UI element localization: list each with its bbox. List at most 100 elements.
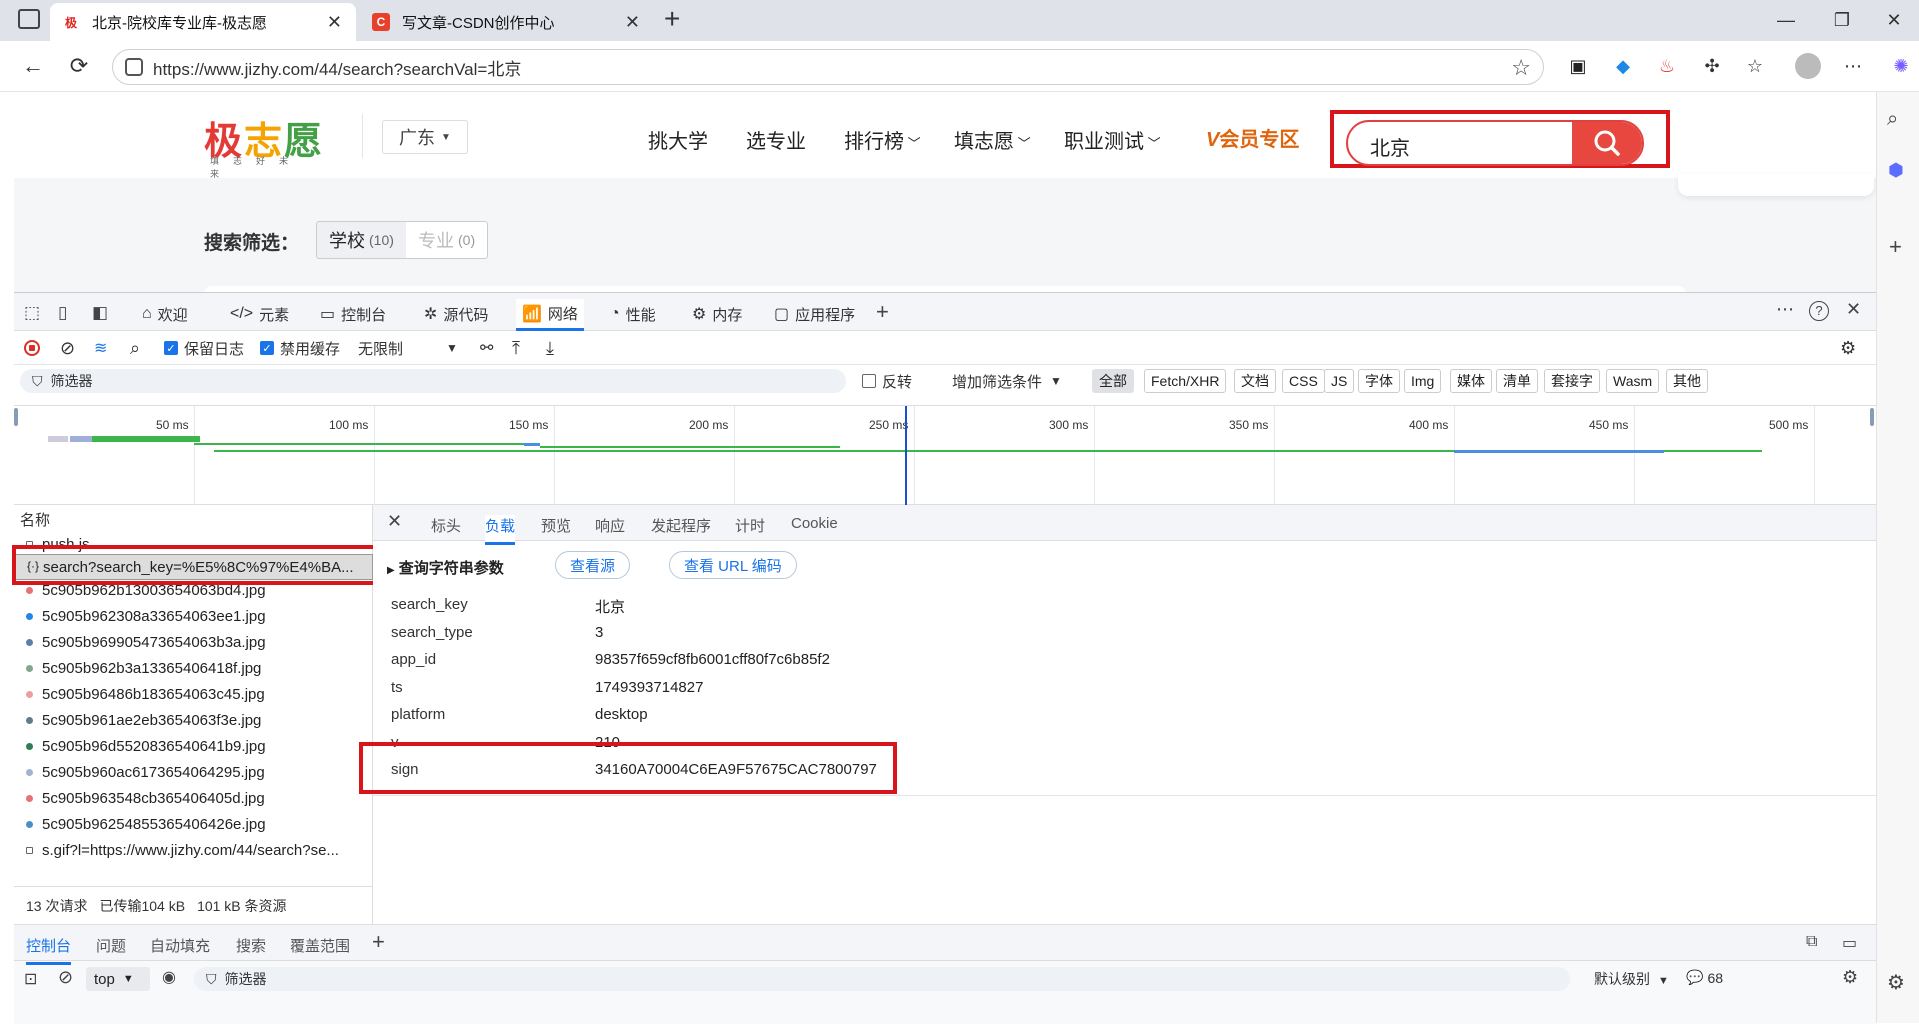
filter-type-css[interactable]: CSS — [1282, 369, 1325, 393]
log-level-select[interactable]: 默认级别 ▼ — [1594, 969, 1669, 989]
tab-close-icon[interactable]: ✕ — [327, 12, 342, 33]
clear-icon[interactable]: ⊘ — [60, 331, 75, 365]
minimize-icon[interactable]: — — [1766, 6, 1806, 34]
request-row[interactable]: 5c905b963548cb365406405d.jpg — [14, 785, 373, 811]
extensions-puzzle-icon[interactable]: ✣ — [1697, 51, 1727, 81]
export-har-icon[interactable]: ⤓ — [546, 331, 554, 365]
console-sidebar-icon[interactable]: ⊡ — [24, 969, 37, 989]
request-row[interactable]: s.gif?l=https://www.jizhy.com/44/search?… — [14, 837, 373, 863]
detail-tab-cookie[interactable]: Cookie — [791, 515, 838, 532]
new-tab-button[interactable]: + — [664, 3, 680, 35]
devtools-close-icon[interactable]: ✕ — [1846, 299, 1861, 320]
nav-career-test[interactable]: 职业测试 ﹀ — [1064, 125, 1161, 154]
drawer-tab-coverage[interactable]: 覆盖范围 — [290, 935, 350, 956]
dock-side-icon[interactable]: ◧ — [92, 303, 108, 323]
detail-tab-timing[interactable]: 计时 — [735, 515, 765, 536]
console-clear-icon[interactable]: ⊘ — [58, 967, 73, 988]
tab-csdn[interactable]: C 写文章-CSDN创作中心 ✕ — [360, 3, 654, 41]
tab-jizhy[interactable]: 极 北京-院校库专业库-极志愿 ✕ — [50, 3, 356, 41]
console-settings-icon[interactable]: ⚙ — [1842, 967, 1858, 988]
sidebar-search-icon[interactable]: ⌕ — [1887, 108, 1898, 131]
restore-icon[interactable]: ❐ — [1822, 6, 1862, 34]
devtools-help-icon[interactable]: ? — [1809, 301, 1829, 321]
favorite-star-icon[interactable]: ☆ — [1511, 55, 1531, 81]
close-detail-icon[interactable]: ✕ — [387, 511, 402, 532]
devtools-tab-console[interactable]: ▭ 控制台 — [314, 299, 392, 329]
devtools-tab-elements[interactable]: </> 元素 — [224, 299, 295, 329]
province-select[interactable]: 广东 ▼ — [382, 120, 468, 154]
site-logo[interactable]: 极志愿 填志好未来 — [204, 110, 324, 179]
close-drawer-icon[interactable]: ▭ — [1842, 933, 1857, 953]
inspect-element-icon[interactable]: ⬚ — [24, 303, 40, 323]
request-row[interactable]: 5c905b96486b183654063c45.jpg — [14, 681, 373, 707]
network-conditions-icon[interactable]: ⚯ — [480, 331, 493, 365]
filter-type-img[interactable]: Img — [1404, 369, 1442, 393]
extension-icon[interactable]: ▣ — [1563, 51, 1593, 81]
record-stop-icon[interactable] — [24, 331, 40, 365]
request-row[interactable]: 5c905b962308a33654063ee1.jpg — [14, 603, 373, 629]
filter-type-wasm[interactable]: Wasm — [1606, 369, 1660, 393]
nav-pick-university[interactable]: 挑大学 — [648, 125, 708, 154]
filter-type-manifest[interactable]: 清单 — [1496, 369, 1538, 393]
network-overview-timeline[interactable]: 50 ms 100 ms 150 ms 200 ms 250 ms 300 ms… — [14, 405, 1876, 506]
profile-avatar[interactable] — [1793, 51, 1823, 81]
refresh-icon[interactable]: ⟳ — [62, 49, 96, 83]
import-har-icon[interactable]: ⤒ — [512, 331, 520, 365]
detail-tab-initiator[interactable]: 发起程序 — [651, 515, 711, 536]
detail-tab-headers[interactable]: 标头 — [431, 515, 461, 536]
device-emulation-icon[interactable]: ▯ — [58, 303, 67, 323]
extension-red-icon[interactable]: ♨ — [1652, 51, 1682, 81]
name-column-header[interactable]: 名称 — [20, 509, 50, 530]
filter-school-chip[interactable]: 学校 (10) — [316, 221, 407, 259]
timeline-right-handle[interactable] — [1870, 408, 1874, 426]
timeline-left-handle[interactable] — [14, 408, 18, 426]
preserve-log-checkbox[interactable]: ✓ 保留日志 — [164, 331, 244, 365]
tab-close-icon[interactable]: ✕ — [625, 12, 640, 33]
site-info-icon[interactable] — [125, 58, 143, 76]
back-icon[interactable]: ← — [16, 49, 50, 83]
drawer-tab-autofill[interactable]: 自动填充 — [150, 935, 210, 956]
filter-type-socket[interactable]: 套接字 — [1544, 369, 1600, 393]
request-row[interactable]: 5c905b96254855365406426e.jpg — [14, 811, 373, 837]
issues-counter[interactable]: 💬 68 — [1686, 969, 1723, 986]
request-row[interactable]: 5c905b969905473654063b3a.jpg — [14, 629, 373, 655]
vip-zone-link[interactable]: V会员专区 — [1206, 123, 1299, 152]
filter-type-media[interactable]: 媒体 — [1450, 369, 1492, 393]
drawer-tab-search[interactable]: 搜索 — [236, 935, 266, 956]
filter-type-document[interactable]: 文档 — [1234, 369, 1276, 393]
devtools-tab-sources[interactable]: ✲ 源代码 — [418, 299, 494, 329]
request-row[interactable]: 5c905b96d5520836540641b9.jpg — [14, 733, 373, 759]
request-row[interactable]: 5c905b961ae2eb3654063f3e.jpg — [14, 707, 373, 733]
site-search-input[interactable]: 北京 — [1370, 132, 1410, 161]
nav-rankings[interactable]: 排行榜 ﹀ — [844, 125, 921, 154]
filter-type-other[interactable]: 其他 — [1666, 369, 1708, 393]
query-section-header[interactable]: ▶ 查询字符串参数 — [387, 557, 504, 578]
filter-type-font[interactable]: 字体 — [1358, 369, 1400, 393]
more-tools-add-icon[interactable]: + — [876, 299, 889, 325]
invert-checkbox[interactable]: 反转 — [862, 365, 912, 397]
drawer-tab-console[interactable]: 控制台 — [26, 935, 72, 965]
drawer-add-icon[interactable]: + — [372, 929, 385, 955]
favorites-icon[interactable]: ☆ — [1740, 51, 1770, 81]
filter-toggle-icon[interactable]: ≋ — [94, 331, 107, 365]
view-url-encoded-button[interactable]: 查看 URL 编码 — [669, 551, 797, 579]
window-close-icon[interactable]: ✕ — [1874, 6, 1914, 34]
url-field[interactable]: https://www.jizhy.com/44/search?searchVa… — [112, 49, 1544, 85]
devtools-tab-application[interactable]: ▢ 应用程序 — [768, 299, 861, 329]
filter-type-all[interactable]: 全部 — [1092, 369, 1134, 393]
site-search-button[interactable] — [1572, 122, 1642, 164]
live-expression-eye-icon[interactable]: ◉ — [162, 967, 176, 987]
devtools-more-icon[interactable]: ⋯ — [1776, 299, 1794, 320]
search-icon[interactable]: ⌕ — [130, 331, 140, 365]
extension-bird-icon[interactable]: ◆ — [1608, 51, 1638, 81]
filter-input[interactable]: ⛉ 筛选器 — [20, 369, 846, 393]
detail-tab-preview[interactable]: 预览 — [541, 515, 571, 536]
throttling-select[interactable]: 无限制 ▼ — [358, 331, 470, 365]
dock-drawer-icon[interactable]: ⧉ — [1806, 933, 1817, 951]
tab-actions-icon[interactable] — [18, 9, 40, 29]
more-menu-icon[interactable]: ⋯ — [1838, 51, 1868, 81]
nav-pick-major[interactable]: 选专业 — [746, 125, 806, 154]
context-select[interactable]: top ▼ — [86, 967, 150, 991]
filter-major-chip[interactable]: 专业 (0) — [406, 221, 489, 259]
detail-tab-payload[interactable]: 负载 — [485, 515, 516, 545]
